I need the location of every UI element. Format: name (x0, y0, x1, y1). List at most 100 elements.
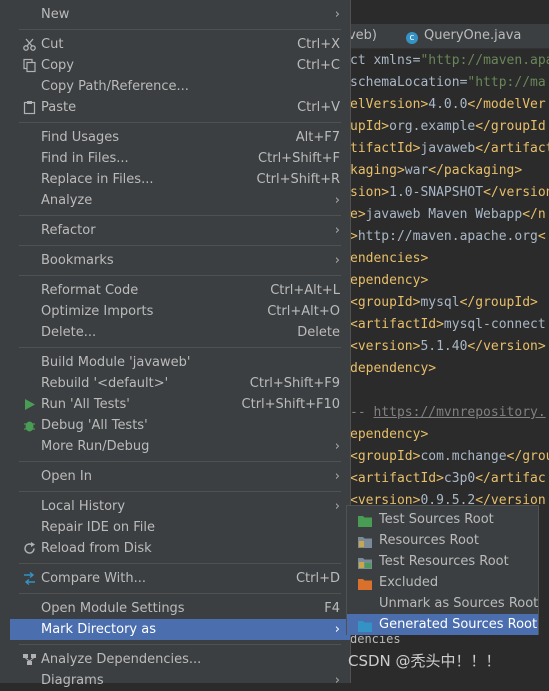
editor-tab-bar: aveb) c QueryOne.java (340, 24, 549, 49)
code-token: </groupId> (459, 295, 538, 310)
code-line: upId>org.example</groupId (350, 116, 546, 138)
code-token: elVersion> (350, 97, 429, 112)
menu-item-label: Find in Files... (41, 151, 129, 166)
code-token: javaweb Maven Webapp (365, 207, 523, 222)
code-line: <version>5.1.40</version> (350, 336, 546, 358)
menu-separator (19, 644, 341, 645)
menu-item-debug-all-tests[interactable]: Debug 'All Tests' (10, 415, 350, 436)
submenu-item-test-resources-root[interactable]: Test Resources Root (347, 551, 538, 572)
menu-item-open-in[interactable]: Open In › (10, 466, 350, 487)
code-token: schemaLocation= (350, 75, 468, 90)
menu-item-label: Repair IDE on File (41, 520, 156, 535)
menu-separator (19, 215, 341, 216)
code-token: "http://maven.apa (420, 53, 549, 68)
menu-item-label: Copy Path/Reference... (41, 79, 189, 94)
menu-item-more-run-debug[interactable]: More Run/Debug › (10, 436, 350, 457)
code-token: <artifactId> (350, 317, 444, 332)
menu-item-label: Reload from Disk (41, 541, 152, 556)
submenu-item-generated-sources-root[interactable]: Generated Sources Root (347, 614, 538, 635)
menu-item-optimize-imports[interactable]: Optimize Imports Ctrl+Alt+O (10, 301, 350, 322)
menu-item-shortcut: Ctrl+Shift+R (256, 172, 341, 187)
code-token: </artifact (475, 141, 549, 156)
menu-separator (19, 461, 341, 462)
menu-item-label: Open Module Settings (41, 601, 185, 616)
submenu-item-label: Resources Root (379, 533, 479, 548)
menu-item-open-module-settings[interactable]: Open Module Settings F4 (10, 598, 350, 619)
submenu-item-resources-root[interactable]: Resources Root (347, 530, 538, 551)
run-icon (22, 397, 37, 412)
dependencies-icon (22, 652, 37, 667)
menu-item-reformat-code[interactable]: Reformat Code Ctrl+Alt+L (10, 280, 350, 301)
menu-item-find-usages[interactable]: Find Usages Alt+F7 (10, 127, 350, 148)
tab-queryone[interactable]: c QueryOne.java (406, 24, 521, 48)
code-token: </groupId (475, 119, 546, 134)
code-token: org.example (389, 119, 476, 134)
menu-item-label: Diagrams (41, 673, 104, 688)
chevron-right-icon: › (334, 253, 340, 268)
menu-separator (19, 347, 341, 348)
menu-item-cut[interactable]: Cut Ctrl+X (10, 34, 350, 55)
scissors-icon (22, 37, 37, 52)
submenu-item-unmark-as-sources-root[interactable]: Unmark as Sources Root (347, 593, 538, 614)
code-token: ependency> (350, 273, 429, 288)
code-token: </packaging> (428, 163, 523, 178)
menu-item-shortcut: Ctrl+C (296, 58, 340, 73)
menu-item-shortcut: Delete (297, 325, 340, 340)
menu-item-label: Rebuild '<default>' (41, 376, 169, 391)
submenu-item-excluded[interactable]: Excluded (347, 572, 538, 593)
code-token: "http://ma (467, 75, 546, 90)
code-token: war (404, 163, 429, 178)
code-token: ct xmlns= (350, 53, 421, 68)
code-line: <groupId>com.mchange</group (350, 446, 549, 468)
menu-item-label: Replace in Files... (41, 172, 154, 187)
menu-item-analyze[interactable]: Analyze › (10, 190, 350, 211)
code-line: endencies> (350, 248, 428, 270)
mark-directory-submenu: Test Sources Root Resources Root Test Reso… (346, 505, 539, 635)
menu-item-bookmarks[interactable]: Bookmarks › (10, 250, 350, 271)
menu-item-reload-from-disk[interactable]: Reload from Disk (10, 538, 350, 559)
code-token: 5.1.40 (420, 339, 468, 354)
code-token: </group (506, 449, 549, 464)
clipboard-icon (22, 100, 37, 115)
code-line: <groupId>mysql</groupId> (350, 292, 538, 314)
code-token: <version> (350, 339, 421, 354)
compare-icon (22, 571, 37, 586)
menu-item-label: Analyze (41, 193, 93, 208)
chevron-right-icon: › (334, 439, 340, 454)
menu-item-delete[interactable]: Delete... Delete (10, 322, 350, 343)
menu-item-repair-ide-on-file[interactable]: Repair IDE on File (10, 517, 350, 538)
menu-item-label: Paste (41, 100, 77, 115)
menu-item-build-module-javaweb[interactable]: Build Module 'javaweb' (10, 352, 350, 373)
code-token: http://maven.apache.org (357, 229, 538, 244)
code-token: 4.0.0 (428, 97, 468, 112)
menu-item-refactor[interactable]: Refactor › (10, 220, 350, 241)
menu-item-compare-with[interactable]: Compare With... Ctrl+D (10, 568, 350, 589)
menu-item-label: Local History (41, 499, 126, 514)
menu-item-label: Mark Directory as (41, 622, 156, 637)
menu-item-copy-path-reference[interactable]: Copy Path/Reference... (10, 76, 350, 97)
menu-item-label: More Run/Debug (41, 439, 150, 454)
menu-item-copy[interactable]: Copy Ctrl+C (10, 55, 350, 76)
code-token: <groupId> (350, 449, 421, 464)
menu-item-run-all-tests[interactable]: Run 'All Tests' Ctrl+Shift+F10 (10, 394, 350, 415)
submenu-item-test-sources-root[interactable]: Test Sources Root (347, 509, 538, 530)
menu-item-new[interactable]: New › (10, 4, 350, 25)
menu-item-mark-directory-as[interactable]: Mark Directory as › (10, 619, 350, 640)
chevron-right-icon: › (334, 193, 340, 208)
code-line: e>javaweb Maven Webapp</n (350, 204, 546, 226)
code-line: <artifactId>c3p0</artifac (350, 468, 546, 490)
chevron-right-icon: › (334, 223, 340, 238)
menu-item-paste[interactable]: Paste Ctrl+V (10, 97, 350, 118)
menu-item-replace-in-files[interactable]: Replace in Files... Ctrl+Shift+R (10, 169, 350, 190)
menu-item-shortcut: Ctrl+Shift+F9 (249, 376, 340, 391)
code-token: dependency> (350, 361, 437, 376)
menu-item-find-in-files[interactable]: Find in Files... Ctrl+Shift+F (10, 148, 350, 169)
menu-item-rebuild-default[interactable]: Rebuild '<default>' Ctrl+Shift+F9 (10, 373, 350, 394)
menu-item-local-history[interactable]: Local History › (10, 496, 350, 517)
code-token: <groupId> (350, 295, 421, 310)
menu-item-diagrams[interactable]: Diagrams › (10, 670, 350, 691)
menu-item-analyze-dependencies[interactable]: Analyze Dependencies... (10, 649, 350, 670)
menu-item-label: Copy (41, 58, 74, 73)
menu-item-label: Build Module 'javaweb' (41, 355, 191, 370)
menu-item-label: Refactor (41, 223, 96, 238)
